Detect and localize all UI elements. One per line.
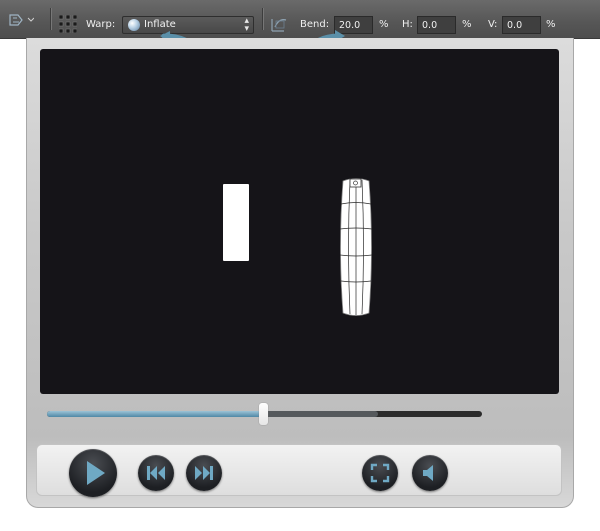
dropdown-arrows-icon: ▴ ▾ xyxy=(244,16,249,34)
next-icon xyxy=(195,466,213,480)
warp-tool-preset-icon[interactable] xyxy=(8,12,35,32)
fullscreen-icon xyxy=(370,463,390,483)
horizontal-distortion-input[interactable]: 0.0 xyxy=(417,16,456,34)
previous-button[interactable] xyxy=(138,455,174,491)
horizontal-distortion-label: H: xyxy=(402,19,413,30)
warp-style-value: Inflate xyxy=(144,19,176,30)
speaker-icon xyxy=(423,465,433,481)
previous-icon xyxy=(147,466,165,480)
toolbar-separator xyxy=(262,8,263,30)
vertical-distortion-input[interactable]: 0.0 xyxy=(502,16,541,34)
seek-handle[interactable] xyxy=(259,403,268,425)
seek-played-fill xyxy=(47,411,263,417)
play-icon xyxy=(87,461,105,485)
vertical-distortion-label: V: xyxy=(488,19,498,30)
warp-label: Warp: xyxy=(86,19,116,30)
original-rectangle-shape xyxy=(223,184,249,261)
bend-percent-unit: % xyxy=(379,19,389,30)
video-display[interactable] xyxy=(40,49,559,394)
volume-button[interactable] xyxy=(412,455,448,491)
horizontal-percent-unit: % xyxy=(462,19,472,30)
fullscreen-button[interactable] xyxy=(362,455,398,491)
toolbar-separator xyxy=(50,8,51,30)
warp-orientation-icon[interactable] xyxy=(270,15,288,37)
vertical-percent-unit: % xyxy=(546,19,556,30)
warp-grid-icon[interactable] xyxy=(58,14,78,37)
inflate-style-icon xyxy=(128,19,140,31)
play-button[interactable] xyxy=(69,449,117,497)
inflated-warp-shape xyxy=(339,178,373,316)
next-button[interactable] xyxy=(186,455,222,491)
